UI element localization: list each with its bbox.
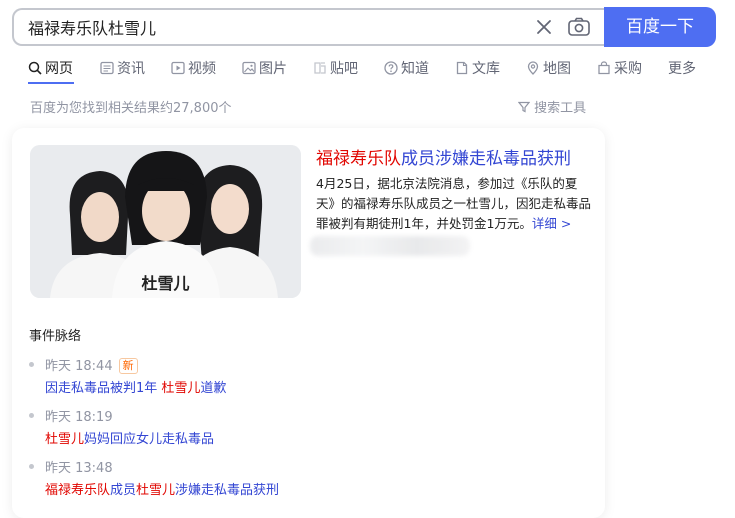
tab-map[interactable]: 地图 (526, 58, 571, 82)
tab-label: 贴吧 (330, 61, 358, 77)
tab-wenku[interactable]: 文库 (455, 58, 500, 82)
more-link[interactable]: 详细 > (532, 216, 571, 231)
video-icon (171, 60, 185, 75)
tab-purchase[interactable]: 采购 (597, 58, 642, 82)
cart-icon (597, 60, 611, 75)
tab-label: 视频 (188, 61, 216, 77)
search-tools-button[interactable]: 搜索工具 (517, 97, 587, 116)
document-icon (455, 60, 469, 75)
map-pin-icon (526, 60, 540, 75)
news-title-link[interactable]: 福禄寿乐队成员涉嫌走私毒品获刑 (316, 144, 571, 169)
tab-more[interactable]: 更多 (668, 58, 696, 82)
tieba-icon (313, 60, 327, 74)
tab-video[interactable]: 视频 (171, 58, 216, 82)
tab-label: 图片 (259, 61, 287, 77)
image-caption: 杜雪儿 (141, 274, 190, 293)
filter-icon (517, 101, 531, 116)
active-tab-indicator (28, 82, 74, 84)
tab-label: 知道 (401, 61, 429, 77)
timeline-dot (29, 362, 34, 367)
tab-news[interactable]: 资讯 (100, 58, 145, 82)
tab-label: 资讯 (117, 61, 145, 77)
search-icon (28, 60, 42, 75)
event-time-text: 昨天 18:19 (45, 410, 113, 425)
event-link[interactable]: 因走私毒品被判1年 杜雪儿道歉 (45, 377, 226, 396)
event-time: 昨天 18:44 新 (45, 355, 138, 374)
event-highlight: 杜雪儿 (161, 381, 201, 396)
event-time: 昨天 18:19 (45, 406, 113, 425)
event-text: 道歉 (200, 381, 227, 396)
event-highlight: 福禄寿乐队 (45, 483, 111, 498)
timeline-dot (29, 464, 34, 469)
event-time-text: 昨天 13:48 (45, 461, 113, 476)
search-tools-label: 搜索工具 (534, 101, 587, 116)
search-button[interactable]: 百度一下 (604, 7, 716, 47)
title-text: 成员涉嫌走私毒品获刑 (401, 149, 571, 169)
tab-label: 地图 (543, 61, 571, 77)
event-time-text: 昨天 18:44 (45, 359, 113, 374)
event-highlight: 杜雪儿 (45, 432, 85, 447)
news-result-card: 杜雪儿 福禄寿乐队成员涉嫌走私毒品获刑 4月25日，据北京法院消息，参加过《乐队… (12, 128, 605, 518)
clear-icon[interactable] (534, 17, 554, 37)
search-box (12, 8, 604, 46)
event-link[interactable]: 杜雪儿妈妈回应女儿走私毒品 (45, 428, 214, 447)
tab-images[interactable]: 图片 (242, 58, 287, 82)
new-badge: 新 (118, 358, 138, 374)
tab-web[interactable]: 网页 (28, 58, 73, 82)
event-text: 因走私毒品被判1年 (45, 381, 162, 396)
image-icon (242, 60, 256, 75)
event-text: 涉嫌走私毒品获刑 (175, 483, 280, 498)
tab-label: 更多 (668, 61, 696, 77)
news-image[interactable]: 杜雪儿 (30, 145, 301, 298)
event-time: 昨天 13:48 (45, 457, 113, 476)
tab-zhidao[interactable]: 知道 (384, 58, 429, 82)
event-highlight: 杜雪儿 (136, 483, 176, 498)
tab-label: 采购 (614, 61, 642, 77)
event-text: 妈妈回应女儿走私毒品 (84, 432, 215, 447)
search-input[interactable] (28, 10, 508, 44)
news-summary: 4月25日，据北京法院消息，参加过《乐队的夏天》的福禄寿乐队成员之一杜雪儿，因犯… (316, 174, 596, 234)
tab-label: 网页 (45, 61, 73, 77)
result-count: 百度为您找到相关结果约27,800个 (30, 101, 232, 116)
event-text: 成员 (110, 483, 137, 498)
tab-tieba[interactable]: 贴吧 (313, 58, 358, 82)
camera-icon[interactable] (567, 16, 591, 38)
news-icon (100, 60, 114, 75)
title-highlight: 福禄寿乐队 (316, 149, 401, 169)
tab-label: 文库 (472, 61, 500, 77)
timeline-dot (29, 413, 34, 418)
event-link[interactable]: 福禄寿乐队成员杜雪儿涉嫌走私毒品获刑 (45, 479, 279, 498)
blurred-source (310, 236, 470, 256)
timeline-title: 事件脉络 (29, 329, 82, 344)
question-icon (384, 60, 398, 75)
